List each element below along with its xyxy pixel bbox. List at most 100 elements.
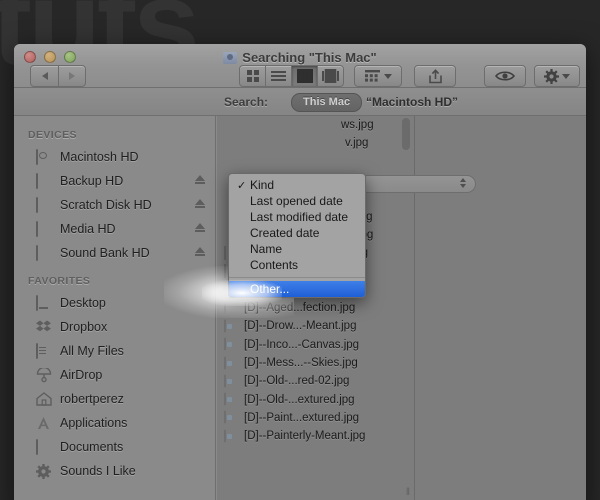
sidebar-item-documents[interactable]: Documents <box>14 435 215 459</box>
sidebar-item-desktop[interactable]: Desktop <box>14 291 215 315</box>
list-item[interactable]: [D]--Inco...-Canvas.jpg <box>217 336 414 354</box>
scrollbar-thumb[interactable] <box>402 118 410 150</box>
thumbnail-icon <box>224 300 238 315</box>
menu-item-label: Other... <box>250 282 290 296</box>
list-item[interactable] <box>217 153 414 171</box>
sidebar-item-label: Media HD <box>60 222 116 236</box>
eye-icon <box>495 71 515 81</box>
menu-item-label: Last modified date <box>250 210 349 224</box>
action-menu-button[interactable] <box>534 65 580 87</box>
chevron-right-icon <box>69 72 75 80</box>
document-icon <box>224 373 238 388</box>
file-name: [D]--Old-...red-02.jpg <box>244 375 350 388</box>
file-name: [D]--Paint...extured.jpg <box>244 411 360 424</box>
dropbox-icon <box>36 320 53 335</box>
columns-icon <box>296 69 313 83</box>
menu-item-contents[interactable]: Contents <box>229 257 365 273</box>
file-name: v.jpg <box>345 137 369 150</box>
external-drive-icon <box>36 244 53 261</box>
list-item[interactable]: [D]--Old-...red-02.jpg <box>217 372 414 390</box>
sidebar-item-all-my-files[interactable]: All My Files <box>14 339 215 363</box>
sidebar-item-backup-hd[interactable]: Backup HD <box>14 169 215 193</box>
list-item[interactable]: [D]--Paint...extured.jpg <box>217 409 414 427</box>
search-attribute-menu[interactable]: ✓ Kind Last opened date Last modified da… <box>228 173 366 298</box>
sidebar-item-label: Sound Bank HD <box>60 246 150 260</box>
list-item[interactable]: [D]--Painterly-Meant.jpg <box>217 427 414 445</box>
forward-button[interactable] <box>58 66 85 86</box>
sidebar-header-favorites: FAVORITES <box>28 275 91 287</box>
menu-item-label: Contents <box>250 258 299 272</box>
grid-icon <box>246 70 259 82</box>
chevron-left-icon <box>41 72 48 80</box>
sidebar-item-sounds-i-like[interactable]: Sounds I Like <box>14 459 215 483</box>
sidebar-item-dropbox[interactable]: Dropbox <box>14 315 215 339</box>
list-view-button[interactable] <box>265 66 291 86</box>
document-icon <box>224 355 238 370</box>
list-item[interactable]: ws.jpg <box>217 116 414 134</box>
chevron-down-icon <box>562 73 570 79</box>
gear-folder-icon <box>36 463 53 479</box>
sidebar-item-label: Backup HD <box>60 174 124 188</box>
all-my-files-icon <box>36 342 53 359</box>
sidebar-item-label: Scratch Disk HD <box>60 198 152 212</box>
navigation-buttons <box>30 65 86 87</box>
sidebar-item-macintosh-hd[interactable]: Macintosh HD <box>14 145 215 169</box>
menu-item-created-date[interactable]: Created date <box>229 225 365 241</box>
search-label: Search: <box>224 95 269 109</box>
sidebar-item-applications[interactable]: Applications <box>14 411 215 435</box>
sidebar-item-sound-bank-hd[interactable]: Sound Bank HD <box>14 241 215 265</box>
chevron-down-icon <box>383 73 392 79</box>
sidebar-item-label: Documents <box>60 440 124 454</box>
menu-item-other[interactable]: Other... <box>229 281 365 297</box>
menu-item-label: Created date <box>250 226 320 240</box>
list-item[interactable]: [D]--Aged...fection.jpg <box>217 299 414 317</box>
menu-item-last-modified-date[interactable]: Last modified date <box>229 209 365 225</box>
search-value-combo[interactable] <box>359 175 476 193</box>
window-title: Searching "This Mac" <box>14 50 586 65</box>
menu-item-last-opened-date[interactable]: Last opened date <box>229 193 365 209</box>
eject-icon[interactable] <box>195 223 205 232</box>
sidebar-item-label: All My Files <box>60 344 124 358</box>
external-drive-icon <box>36 196 53 213</box>
column-resize-grip[interactable]: ‖ <box>406 487 411 498</box>
search-scope-path[interactable]: “Macintosh HD” <box>366 95 458 109</box>
stepper-icon[interactable] <box>460 178 466 188</box>
sidebar-item-airdrop[interactable]: AirDrop <box>14 363 215 387</box>
quicklook-button[interactable] <box>484 65 526 87</box>
menu-item-name[interactable]: Name <box>229 241 365 257</box>
eject-icon[interactable] <box>195 175 205 184</box>
list-item[interactable]: [D]--Mess...--Skies.jpg <box>217 354 414 372</box>
eject-icon[interactable] <box>195 247 205 256</box>
file-name: [D]--Drow...-Meant.jpg <box>244 320 357 333</box>
applications-icon <box>36 416 53 431</box>
back-button[interactable] <box>31 66 58 86</box>
file-name: [D]--Aged...fection.jpg <box>244 302 356 315</box>
eject-icon[interactable] <box>195 199 205 208</box>
icon-view-button[interactable] <box>240 66 265 86</box>
sidebar-item-robertperez[interactable]: robertperez <box>14 387 215 411</box>
list-icon <box>271 71 286 81</box>
column-scrollbar[interactable] <box>402 118 410 430</box>
stepper-down-icon[interactable] <box>460 184 466 188</box>
sidebar-item-label: Dropbox <box>60 320 108 334</box>
share-button[interactable] <box>414 65 456 87</box>
stepper-up-icon[interactable] <box>460 178 466 182</box>
search-scope-this-mac[interactable]: This Mac <box>291 93 363 112</box>
toolbar <box>14 64 586 88</box>
menu-item-kind[interactable]: ✓ Kind <box>229 177 365 193</box>
sidebar-item-scratch-disk-hd[interactable]: Scratch Disk HD <box>14 193 215 217</box>
coverflow-view-button[interactable] <box>317 66 343 86</box>
sidebar-item-label: robertperez <box>60 392 124 406</box>
list-item[interactable]: v.jpg <box>217 134 414 152</box>
sidebar-item-label: Applications <box>60 416 128 430</box>
external-drive-icon <box>36 220 53 237</box>
list-item[interactable]: [D]--Old-...extured.jpg <box>217 390 414 408</box>
column-view-button[interactable] <box>291 66 317 86</box>
arrange-button[interactable] <box>354 65 402 87</box>
list-item[interactable]: [D]--Drow...-Meant.jpg <box>217 317 414 335</box>
sidebar-item-label: Desktop <box>60 296 106 310</box>
window-titlebar[interactable]: Searching "This Mac" <box>14 44 586 88</box>
sidebar-item-media-hd[interactable]: Media HD <box>14 217 215 241</box>
document-icon <box>224 337 238 352</box>
search-folder-icon <box>223 51 238 64</box>
